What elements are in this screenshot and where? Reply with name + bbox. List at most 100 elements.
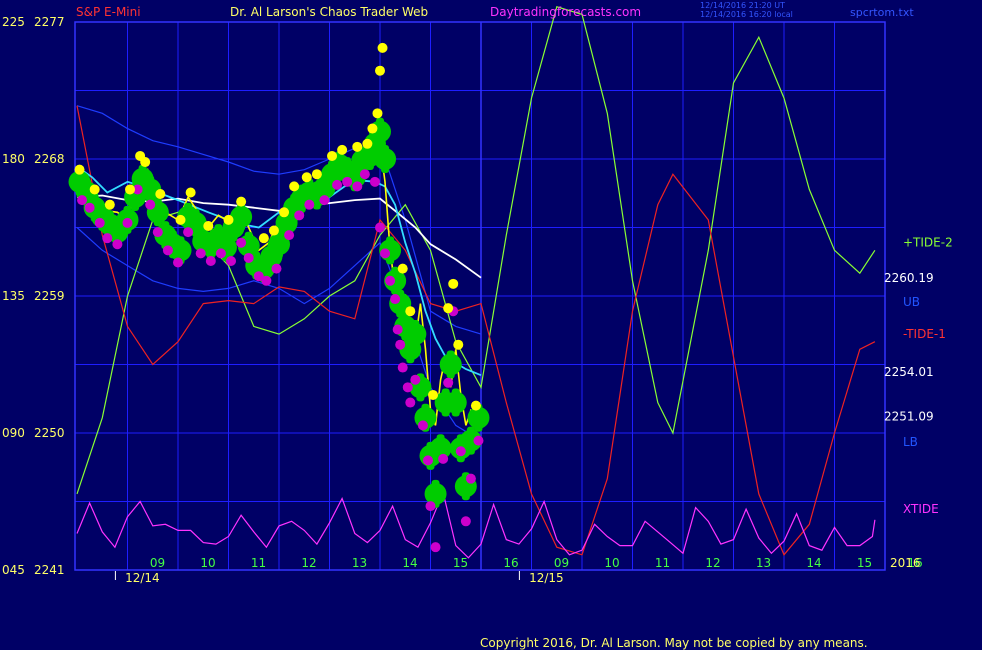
yellow-dot (377, 42, 388, 53)
magenta-dot (173, 257, 183, 268)
yellow-dot (175, 214, 186, 225)
x-tick-label: 09 (150, 556, 165, 570)
yellow-dot (289, 181, 300, 192)
yellow-dot (301, 172, 312, 183)
y-tick-label-left: 180 (2, 152, 25, 166)
magenta-dot (145, 199, 156, 210)
yellow-dot (236, 196, 247, 207)
copyright: Copyright 2016, Dr. Al Larson. May not b… (480, 636, 868, 650)
magenta-dot (319, 195, 330, 206)
magenta-dot (375, 222, 385, 233)
header-symbol: S&P E-Mini (76, 5, 141, 19)
magenta-dot (417, 420, 428, 431)
y-tick-label-right: 2277 (34, 15, 65, 29)
yellow-dot (185, 187, 196, 198)
yellow-dot (258, 233, 269, 244)
y-tick-label-right: 2259 (34, 289, 65, 303)
green-candle-blob (230, 205, 253, 228)
magenta-dot (405, 397, 416, 408)
magenta-dot (402, 382, 413, 393)
magenta-dot (236, 237, 247, 248)
magenta-dot (385, 275, 396, 286)
yellow-dot (337, 144, 348, 155)
chaos-chart: 225 2277 180 2268 135 2259 090 2250 045 2241 09 10 1… (0, 0, 982, 650)
right-label: XTIDE (903, 502, 939, 516)
y-tick-label-left: 045 (2, 563, 25, 577)
magenta-dot (332, 179, 343, 190)
header-stamp-utc: 12/14/2016 21:20 UT (700, 1, 785, 10)
magenta-dot (205, 255, 216, 266)
yellow-dot (362, 138, 373, 149)
yellow-dot (104, 199, 115, 210)
right-label: +TIDE-2 (903, 236, 953, 250)
yellow-dot (279, 207, 290, 218)
yellow-dot (203, 220, 214, 231)
magenta-dot (94, 217, 105, 228)
magenta-dot (284, 230, 295, 241)
x-tick-label: 10 (200, 556, 215, 570)
x-tick-label: 09 (554, 556, 569, 570)
yellow-dot (268, 225, 279, 236)
magenta-dot (122, 217, 133, 228)
x-tick-label: 13 (756, 556, 771, 570)
magenta-dot (422, 455, 433, 466)
yellow-dot (405, 306, 416, 317)
magenta-dot (162, 245, 173, 256)
magenta-dot (392, 324, 403, 335)
right-label: -TIDE-1 (903, 327, 946, 341)
green-candle-blob (439, 353, 462, 376)
yellow-dot (74, 164, 85, 175)
magenta-dot (261, 275, 272, 286)
x-tick-label: 12 (705, 556, 720, 570)
x-tick-label: 11 (251, 556, 266, 570)
yellow-dot (372, 108, 383, 119)
magenta-dot (84, 202, 95, 213)
magenta-dot (443, 377, 454, 388)
yellow-dot (223, 214, 234, 225)
x-tick-label: 14 (806, 556, 821, 570)
y-tick-label-left: 135 (2, 289, 25, 303)
yellow-dot (311, 169, 322, 180)
magenta-dot (465, 473, 476, 484)
green-candle-blob (374, 148, 397, 170)
magenta-dot (390, 294, 401, 305)
magenta-dot (271, 263, 282, 274)
magenta-dot (425, 501, 436, 512)
date-label: 12/14 (125, 571, 160, 585)
magenta-dot (152, 227, 163, 238)
header-stamp-local: 12/14/2016 16:20 local (700, 10, 793, 19)
header-title: Dr. Al Larson's Chaos Trader Web (230, 5, 428, 19)
yellow-dot (448, 278, 459, 289)
magenta-dot (304, 199, 315, 210)
yellow-dot (327, 150, 338, 161)
magenta-dot (380, 248, 391, 259)
magenta-dot (112, 239, 123, 250)
x-tick-label: 13 (352, 556, 367, 570)
magenta-dot (359, 169, 370, 180)
x-tick-label: 11 (655, 556, 670, 570)
magenta-dot (102, 233, 113, 244)
green-candle-blob (424, 482, 447, 505)
magenta-dot (395, 339, 406, 350)
yellow-dot (89, 184, 100, 195)
header-file: spcrtom.txt (850, 6, 914, 19)
yellow-dot (397, 263, 408, 274)
yellow-dot (375, 65, 385, 76)
magenta-dot (473, 435, 484, 446)
yellow-dot (453, 339, 464, 350)
magenta-dot (397, 362, 408, 373)
yellow-dot (140, 157, 151, 168)
x-tick-label: 16 (503, 556, 518, 570)
x-tick-label: 12 (301, 556, 316, 570)
header-site: Daytradingforecasts.com (490, 5, 641, 19)
yellow-dot (155, 189, 166, 200)
magenta-dot (410, 374, 421, 385)
magenta-dot (226, 255, 237, 266)
x-tick-label: 15 (857, 556, 872, 570)
yellow-dot (428, 389, 439, 400)
yellow-dot (125, 184, 136, 195)
green-candle-blob (404, 323, 427, 346)
magenta-dot (438, 453, 449, 464)
magenta-dot (430, 542, 441, 553)
magenta-dot (352, 181, 363, 192)
